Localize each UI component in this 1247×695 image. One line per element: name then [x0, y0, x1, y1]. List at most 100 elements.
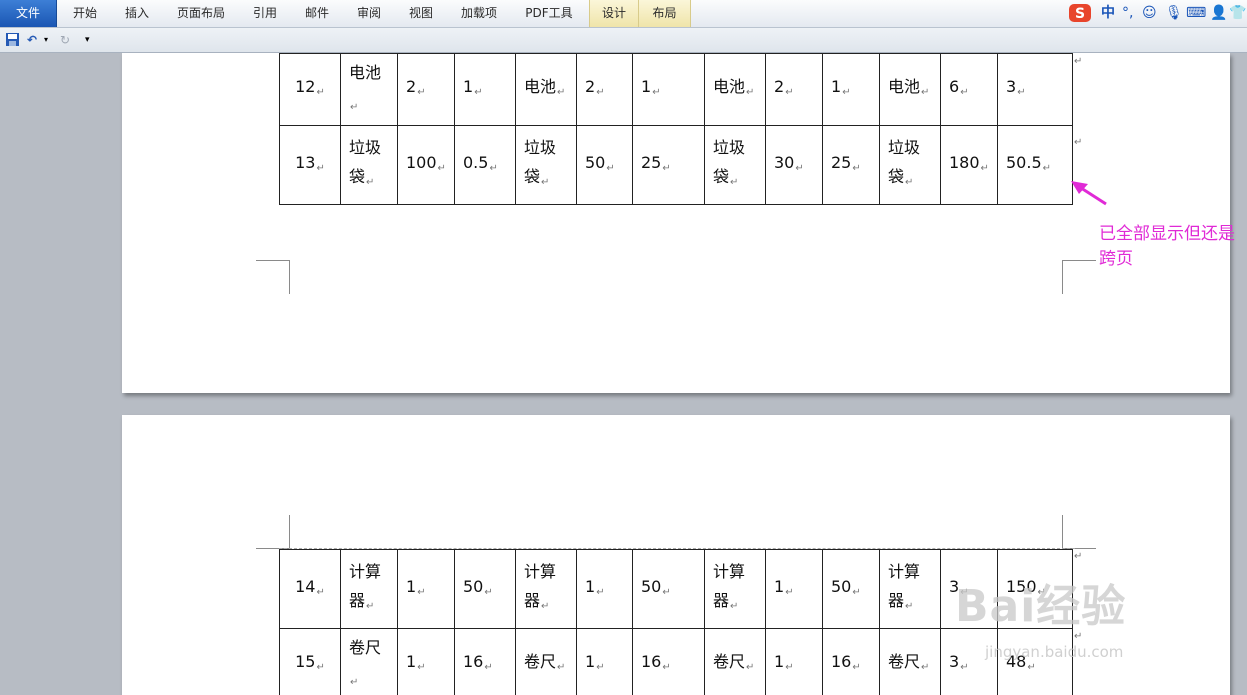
- table-cell[interactable]: 6↵: [940, 53, 998, 126]
- table-cell[interactable]: 50↵: [454, 549, 516, 629]
- punctuation-icon[interactable]: °,: [1122, 3, 1140, 23]
- cell-end-mark: ↵: [785, 87, 794, 98]
- table-cell[interactable]: 1↵: [632, 53, 705, 126]
- cell-end-mark: ↵: [1042, 162, 1052, 174]
- table-cell[interactable]: 13↵: [279, 125, 341, 205]
- table-cell[interactable]: 垃圾袋↵: [340, 125, 398, 205]
- cell-text: 12: [295, 77, 316, 96]
- table-cell[interactable]: 卷尺↵: [879, 628, 941, 695]
- table-cell[interactable]: 50↵: [822, 549, 880, 629]
- cell-text: 15: [295, 652, 316, 671]
- table-cell[interactable]: 12↵: [279, 53, 341, 126]
- table-cell[interactable]: 50↵: [632, 549, 705, 629]
- cell-end-mark: ↵: [1027, 662, 1036, 673]
- table-cell[interactable]: 180↵: [940, 125, 998, 205]
- table-cell[interactable]: 电池↵: [879, 53, 941, 126]
- keyboard-icon[interactable]: ⌨: [1186, 3, 1208, 23]
- table-cell[interactable]: 50↵: [576, 125, 633, 205]
- table-cell[interactable]: 卷尺↵: [704, 628, 766, 695]
- cell-text: 垃圾袋: [349, 138, 382, 186]
- table-cell[interactable]: 卷尺↵: [515, 628, 577, 695]
- redo-icon[interactable]: ↻: [60, 32, 76, 48]
- table-cell[interactable]: 电池↵: [515, 53, 577, 126]
- table-cell[interactable]: 50.5↵: [997, 125, 1073, 205]
- table-cell[interactable]: 垃圾袋↵: [879, 125, 941, 205]
- tab-pdf-tools[interactable]: PDF工具: [514, 0, 584, 27]
- cell-text: 50: [831, 576, 852, 596]
- tab-review[interactable]: 审阅: [346, 0, 392, 27]
- table-cell[interactable]: 垃圾袋↵: [515, 125, 577, 205]
- undo-icon[interactable]: ↶: [27, 32, 43, 48]
- table-cell[interactable]: 计算器↵: [879, 549, 941, 629]
- tab-layout[interactable]: 布局: [638, 0, 691, 27]
- annotation-text: 已全部显示但还是跨页: [1099, 224, 1235, 269]
- table-cell[interactable]: 1↵: [454, 53, 516, 126]
- table-cell[interactable]: 2↵: [576, 53, 633, 126]
- cell-end-mark: ↵: [596, 662, 605, 673]
- table-cell[interactable]: 30↵: [765, 125, 823, 205]
- table-cell[interactable]: 计算器↵: [515, 549, 577, 629]
- table-cell[interactable]: 48↵: [997, 628, 1073, 695]
- page-1[interactable]: 12↵ 电池↵ 2↵ 1↵ 电池↵ 2↵ 1↵ 电池↵ 2↵ 1↵ 电池↵ 6↵ 3↵ 13↵ 垃圾袋↵ 10…: [122, 53, 1230, 393]
- table-cell[interactable]: 计算器↵: [340, 549, 398, 629]
- table-cell[interactable]: 卷尺↵: [340, 628, 398, 695]
- table-cell[interactable]: 25↵: [822, 125, 880, 205]
- table-cell[interactable]: 1↵: [397, 628, 455, 695]
- microphone-icon[interactable]: 🎙: [1165, 3, 1183, 23]
- cell-text: 垃圾袋: [888, 138, 921, 186]
- table-cell[interactable]: 1↵: [397, 549, 455, 629]
- cell-text: 垃圾袋: [524, 138, 557, 186]
- cell-text: 1: [406, 576, 417, 596]
- table-cell[interactable]: 16↵: [454, 628, 516, 695]
- tab-file[interactable]: 文件: [0, 0, 57, 27]
- skin-icon[interactable]: 👕: [1229, 3, 1246, 23]
- emoji-icon[interactable]: ☺: [1142, 3, 1162, 23]
- cell-text: 计算器: [524, 562, 557, 610]
- table-row: 12↵ 电池↵ 2↵ 1↵ 电池↵ 2↵ 1↵ 电池↵ 2↵ 1↵ 电池↵ 6↵ 3↵: [279, 53, 1073, 126]
- paragraph-mark: ↵: [1074, 56, 1083, 67]
- tab-design[interactable]: 设计: [589, 0, 639, 27]
- table-cell[interactable]: 15↵: [279, 628, 341, 695]
- table-cell[interactable]: 垃圾袋↵: [704, 125, 766, 205]
- tab-addins[interactable]: 加载项: [450, 0, 508, 27]
- table-cell[interactable]: 1↵: [822, 53, 880, 126]
- table-cell[interactable]: 计算器↵: [704, 549, 766, 629]
- table-cell[interactable]: 1↵: [765, 628, 823, 695]
- table-cell[interactable]: 电池↵: [704, 53, 766, 126]
- table-cell[interactable]: 0.5↵: [454, 125, 516, 205]
- table-cell[interactable]: 25↵: [632, 125, 705, 205]
- save-icon[interactable]: [5, 32, 21, 48]
- tab-mailings[interactable]: 邮件: [294, 0, 340, 27]
- table-top[interactable]: 12↵ 电池↵ 2↵ 1↵ 电池↵ 2↵ 1↵ 电池↵ 2↵ 1↵ 电池↵ 6↵ 3↵ 13↵ 垃圾袋↵ 10…: [279, 53, 1073, 205]
- table-cell[interactable]: 2↵: [397, 53, 455, 126]
- undo-dropdown-icon[interactable]: ▾: [44, 32, 52, 48]
- table-cell[interactable]: 1↵: [765, 549, 823, 629]
- tab-home[interactable]: 开始: [62, 0, 108, 27]
- table-cell[interactable]: 16↵: [632, 628, 705, 695]
- table-cell[interactable]: 1↵: [576, 628, 633, 695]
- cell-text: 卷尺: [713, 652, 746, 671]
- cell-text: 1: [585, 652, 596, 671]
- tab-insert[interactable]: 插入: [114, 0, 160, 27]
- user-icon[interactable]: 👤: [1210, 3, 1227, 23]
- cell-text: 1: [585, 576, 596, 596]
- table-cell[interactable]: 1↵: [576, 549, 633, 629]
- sogou-logo-icon[interactable]: S: [1068, 3, 1094, 23]
- cell-end-mark: ↵: [417, 87, 426, 98]
- tab-references[interactable]: 引用: [242, 0, 288, 27]
- table-cell[interactable]: 3↵: [997, 53, 1073, 126]
- table-cell[interactable]: 100↵: [397, 125, 455, 205]
- tab-page-layout[interactable]: 页面布局: [166, 0, 236, 27]
- cell-end-mark: ↵: [921, 662, 930, 673]
- table-cell[interactable]: 电池↵: [340, 53, 398, 126]
- table-cell[interactable]: 16↵: [822, 628, 880, 695]
- tab-view[interactable]: 视图: [398, 0, 444, 27]
- table-bottom[interactable]: 14↵ 计算器↵ 1↵ 50↵ 计算器↵ 1↵ 50↵ 计算器↵ 1↵ 50↵ 计算器↵ 3↵ 150↵…: [279, 549, 1073, 695]
- table-cell[interactable]: 14↵: [279, 549, 341, 629]
- customize-toolbar-icon[interactable]: ▾: [85, 32, 95, 48]
- cell-end-mark: ↵: [557, 87, 566, 98]
- margin-mark-left: [256, 515, 290, 549]
- table-cell[interactable]: 3↵: [940, 628, 998, 695]
- table-cell[interactable]: 2↵: [765, 53, 823, 126]
- ime-mode-label[interactable]: 中: [1101, 3, 1119, 23]
